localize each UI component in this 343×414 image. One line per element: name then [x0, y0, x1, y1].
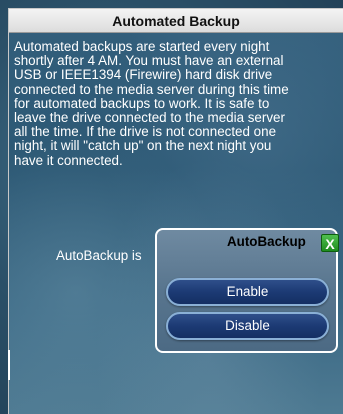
- disable-button[interactable]: Disable: [166, 312, 329, 340]
- frame-edge-mark: [8, 350, 10, 380]
- title-bar: Automated Backup: [9, 9, 343, 33]
- enable-button[interactable]: Enable: [166, 278, 329, 306]
- autobackup-popup: AutoBackup X Enable Disable: [155, 228, 339, 353]
- autobackup-status-label: AutoBackup is: [56, 248, 142, 263]
- window-title: Automated Backup: [112, 12, 240, 29]
- close-button[interactable]: X: [321, 234, 339, 252]
- close-icon: X: [325, 236, 335, 252]
- popup-title: AutoBackup: [227, 234, 306, 249]
- description-text: Automated backups are started every nigh…: [14, 39, 289, 168]
- screen: Automated Backup Automated backups are s…: [0, 0, 343, 414]
